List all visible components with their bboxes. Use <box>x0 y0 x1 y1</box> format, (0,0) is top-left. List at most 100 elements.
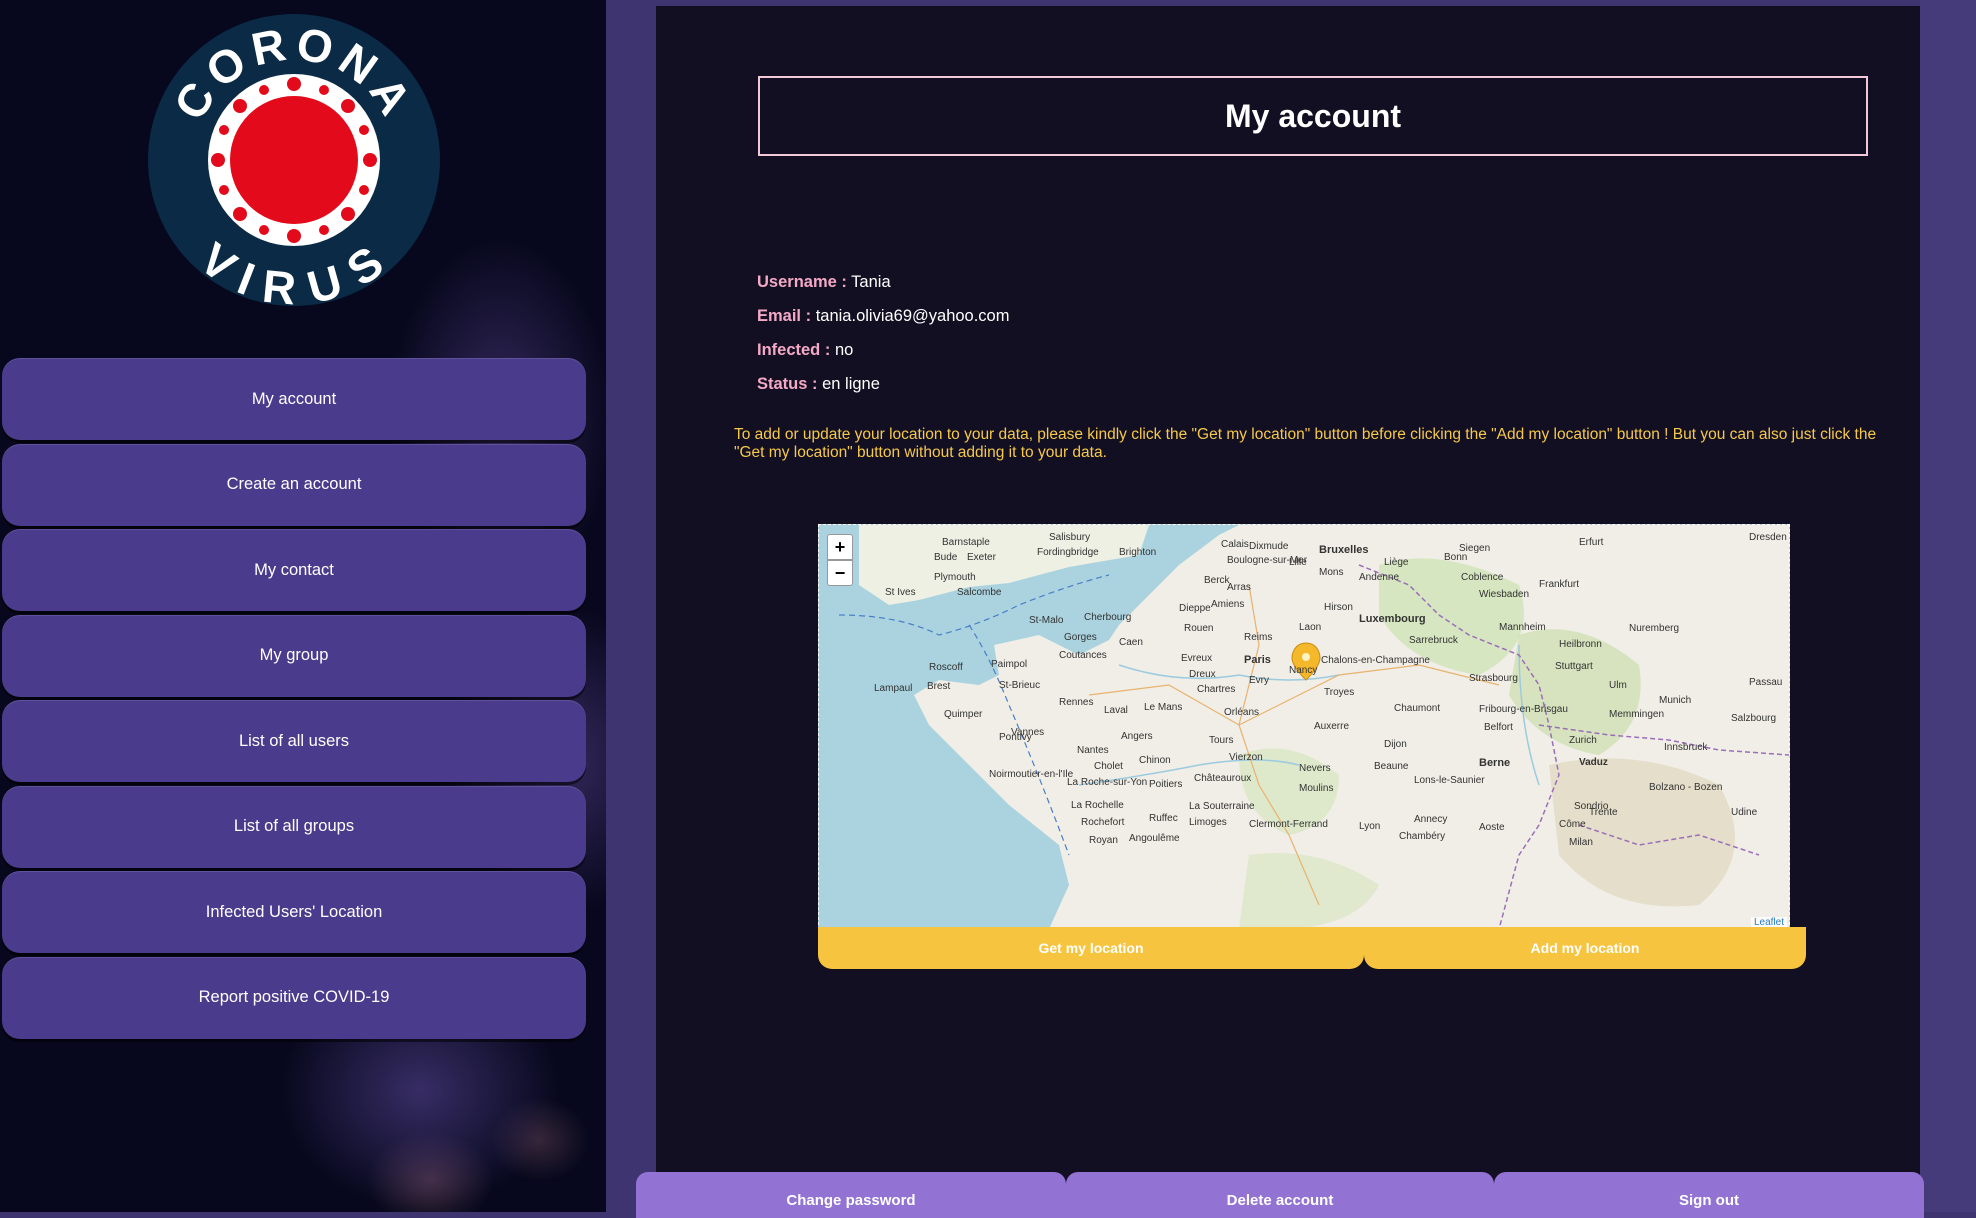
svg-text:Chambéry: Chambéry <box>1399 831 1445 842</box>
svg-text:Bolzano - Bozen: Bolzano - Bozen <box>1649 782 1722 793</box>
infected-value: no <box>834 341 854 359</box>
nav-list-all-groups[interactable]: List of all groups <box>2 785 586 868</box>
location-map[interactable]: Salisbury Brighton Calais Bruxelles Dixm… <box>818 524 1790 930</box>
svg-text:Evry: Evry <box>1249 675 1269 686</box>
svg-text:La Rochelle: La Rochelle <box>1071 800 1124 811</box>
svg-text:La Roche-sur-Yon: La Roche-sur-Yon <box>1067 777 1147 788</box>
svg-text:Limoges: Limoges <box>1189 817 1227 828</box>
svg-text:Heilbronn: Heilbronn <box>1559 639 1602 650</box>
svg-text:Nantes: Nantes <box>1077 745 1109 756</box>
svg-text:St-Malo: St-Malo <box>1029 615 1064 626</box>
svg-text:Strasbourg: Strasbourg <box>1469 673 1518 684</box>
svg-text:Mons: Mons <box>1319 567 1343 578</box>
nav-create-account[interactable]: Create an account <box>2 443 586 526</box>
svg-text:Royan: Royan <box>1089 835 1118 846</box>
add-my-location-button[interactable]: Add my location <box>1364 927 1806 969</box>
svg-text:Roscoff: Roscoff <box>929 662 963 673</box>
username-value: Tania <box>851 273 891 291</box>
zoom-out-button[interactable]: − <box>827 560 853 586</box>
svg-text:Stuttgart: Stuttgart <box>1555 661 1593 672</box>
svg-text:Coblence: Coblence <box>1461 572 1504 583</box>
svg-text:St-Brieuc: St-Brieuc <box>999 680 1040 691</box>
svg-text:Quimper: Quimper <box>944 709 983 720</box>
svg-text:Milan: Milan <box>1569 837 1593 848</box>
nav-report-positive[interactable]: Report positive COVID-19 <box>2 956 586 1039</box>
svg-text:Rennes: Rennes <box>1059 697 1093 708</box>
svg-text:Clermont-Ferrand: Clermont-Ferrand <box>1249 819 1328 830</box>
svg-text:Bruxelles: Bruxelles <box>1319 544 1369 556</box>
right-margin <box>1920 0 1976 1212</box>
svg-text:Salzbourg: Salzbourg <box>1731 713 1776 724</box>
nav-infected-users-location[interactable]: Infected Users' Location <box>2 871 586 953</box>
infected-label: Infected : <box>757 341 831 359</box>
svg-text:Paimpol: Paimpol <box>991 659 1027 670</box>
svg-text:Aoste: Aoste <box>1479 822 1505 833</box>
main-panel: My account Username : Tania Email : tani… <box>656 6 1920 1212</box>
svg-text:Memmingen: Memmingen <box>1609 709 1664 720</box>
map-tiles: Salisbury Brighton Calais Bruxelles Dixm… <box>819 525 1789 929</box>
svg-text:Plymouth: Plymouth <box>934 572 976 583</box>
nav-my-group[interactable]: My group <box>2 614 586 697</box>
username-label: Username : <box>757 273 847 291</box>
svg-text:Barnstaple: Barnstaple <box>942 537 990 548</box>
infected-row: Infected : no <box>757 341 1009 375</box>
svg-text:Noirmoutier-en-l'Ile: Noirmoutier-en-l'Ile <box>989 769 1074 780</box>
svg-text:Chaumont: Chaumont <box>1394 703 1440 714</box>
svg-text:Poitiers: Poitiers <box>1149 779 1182 790</box>
svg-text:Chinon: Chinon <box>1139 755 1171 766</box>
get-my-location-button[interactable]: Get my location <box>818 927 1364 969</box>
svg-text:Erfurt: Erfurt <box>1579 537 1604 548</box>
svg-text:Innsbruck: Innsbruck <box>1664 742 1708 753</box>
svg-text:Luxembourg: Luxembourg <box>1359 613 1426 625</box>
svg-text:Vannes: Vannes <box>1011 727 1044 738</box>
svg-text:Le Mans: Le Mans <box>1144 702 1182 713</box>
svg-text:Zurich: Zurich <box>1569 735 1597 746</box>
svg-text:Rochefort: Rochefort <box>1081 817 1125 828</box>
svg-text:Dreux: Dreux <box>1189 669 1216 680</box>
svg-text:Angoulême: Angoulême <box>1129 833 1180 844</box>
svg-text:Fordingbridge: Fordingbridge <box>1037 547 1099 558</box>
svg-text:Cholet: Cholet <box>1094 761 1123 772</box>
location-instructions: To add or update your location to your d… <box>734 426 1877 461</box>
username-row: Username : Tania <box>757 273 1009 307</box>
svg-text:Laon: Laon <box>1299 622 1321 633</box>
email-label: Email : <box>757 307 812 325</box>
svg-text:Liège: Liège <box>1384 557 1409 568</box>
svg-text:Caen: Caen <box>1119 637 1143 648</box>
svg-text:Boulogne-sur-Mer: Boulogne-sur-Mer <box>1227 555 1308 566</box>
svg-text:Frankfurt: Frankfurt <box>1539 579 1579 590</box>
zoom-in-button[interactable]: + <box>827 534 853 560</box>
svg-text:Laval: Laval <box>1104 705 1128 716</box>
svg-text:Coutances: Coutances <box>1059 650 1107 661</box>
corona-virus-logo: CORONA VIRUS <box>148 14 440 306</box>
svg-text:Côme: Côme <box>1559 819 1586 830</box>
svg-text:Angers: Angers <box>1121 731 1153 742</box>
svg-text:Châteauroux: Châteauroux <box>1194 773 1251 784</box>
svg-text:Evreux: Evreux <box>1181 653 1212 664</box>
nav-my-contact[interactable]: My contact <box>2 529 586 611</box>
sign-out-button[interactable]: Sign out <box>1494 1172 1924 1218</box>
svg-text:Cherbourg: Cherbourg <box>1084 612 1131 623</box>
svg-text:Calais: Calais <box>1221 539 1249 550</box>
svg-text:St Ives: St Ives <box>885 587 916 598</box>
svg-text:Salisbury: Salisbury <box>1049 532 1090 543</box>
svg-text:Moulins: Moulins <box>1299 783 1333 794</box>
nav-list-all-users[interactable]: List of all users <box>2 700 586 782</box>
svg-text:Wiesbaden: Wiesbaden <box>1479 589 1529 600</box>
svg-text:Berck: Berck <box>1204 575 1231 586</box>
nav-my-account[interactable]: My account <box>2 358 586 440</box>
svg-text:Udine: Udine <box>1731 807 1758 818</box>
svg-text:Nancy: Nancy <box>1289 665 1317 676</box>
svg-text:Chalons-en-Champagne: Chalons-en-Champagne <box>1321 655 1430 666</box>
svg-text:Bude: Bude <box>934 552 958 563</box>
svg-text:La Souterraine: La Souterraine <box>1189 801 1255 812</box>
svg-text:Rouen: Rouen <box>1184 623 1213 634</box>
svg-text:Dieppe: Dieppe <box>1179 603 1211 614</box>
change-password-button[interactable]: Change password <box>636 1172 1066 1218</box>
svg-text:Dixmude: Dixmude <box>1249 541 1289 552</box>
svg-text:Passau: Passau <box>1749 677 1782 688</box>
status-label: Status : <box>757 375 818 393</box>
delete-account-button[interactable]: Delete account <box>1066 1172 1494 1218</box>
svg-text:Vaduz: Vaduz <box>1579 757 1608 768</box>
svg-text:Auxerre: Auxerre <box>1314 721 1349 732</box>
